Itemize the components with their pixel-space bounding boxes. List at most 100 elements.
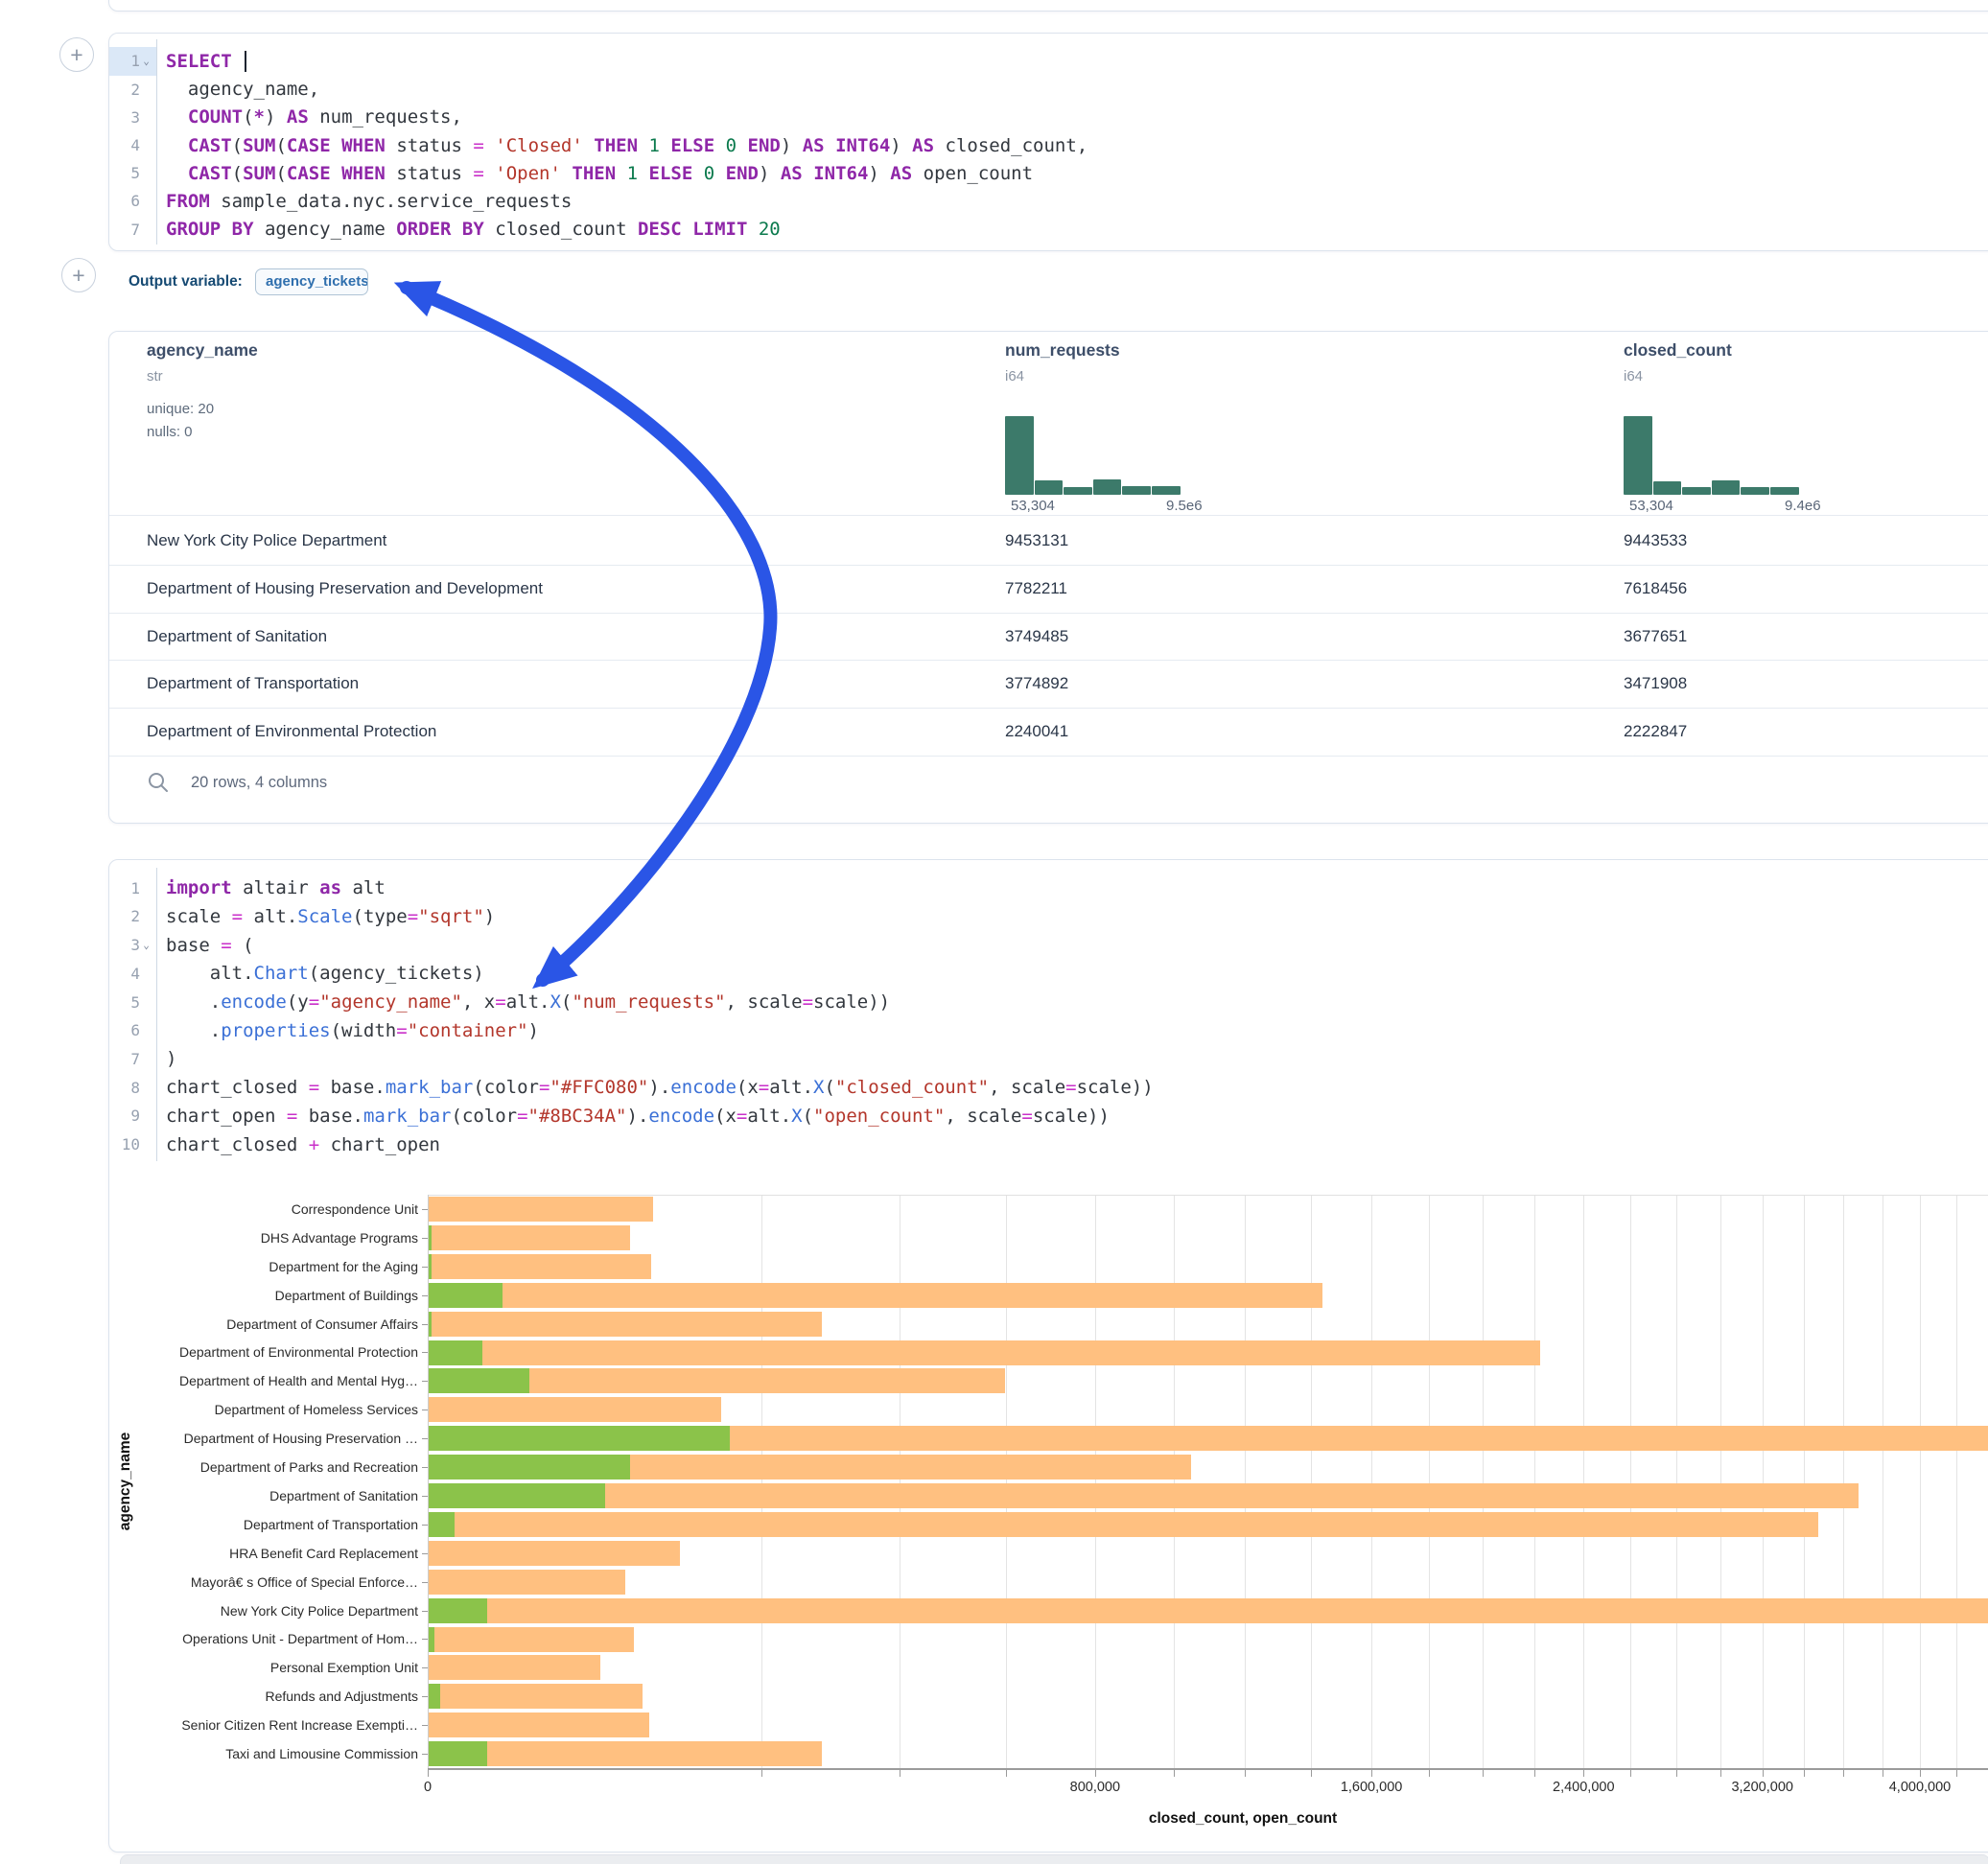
output-variable-pill[interactable]: agency_tickets xyxy=(255,268,368,295)
code-token: agency_name xyxy=(254,219,397,240)
code-text: SELECT xyxy=(156,51,246,73)
code-line[interactable]: 2⌄ agency_name, xyxy=(109,76,1988,104)
code-token xyxy=(451,219,461,240)
code-line[interactable]: 5⌄ CAST(SUM(CASE WHEN status = 'Open' TH… xyxy=(109,159,1988,187)
bar-closed[interactable] xyxy=(428,1397,721,1422)
x-axis-tick xyxy=(1720,1770,1721,1777)
histogram-bar xyxy=(1064,487,1092,495)
y-axis-tick xyxy=(422,1324,428,1325)
cell-value[interactable]: 2240041 xyxy=(1005,722,1068,741)
y-axis-label: Department of Health and Mental Hyg… xyxy=(109,1372,418,1389)
code-token: status xyxy=(386,163,474,184)
bar-open[interactable] xyxy=(428,1340,482,1365)
y-axis-tick xyxy=(422,1754,428,1755)
cell-value[interactable]: 3774892 xyxy=(1005,674,1068,693)
bar-closed[interactable] xyxy=(428,1225,630,1250)
bar-open[interactable] xyxy=(428,1368,529,1393)
cell-value[interactable]: 3677651 xyxy=(1624,627,1687,646)
column-stat: unique: 20 xyxy=(147,401,214,417)
next-cell-edge xyxy=(120,1854,1988,1864)
column-header[interactable]: num_requests xyxy=(1005,340,1120,361)
y-axis-tick xyxy=(422,1295,428,1296)
bar-open[interactable] xyxy=(428,1283,503,1308)
y-axis-tick xyxy=(422,1525,428,1526)
code-line[interactable]: 3⌄ COUNT(*) AS num_requests, xyxy=(109,104,1988,131)
sql-code-editor[interactable]: 1⌄ SELECT 2⌄ agency_name,3⌄ COUNT(*) AS n… xyxy=(109,34,1988,250)
cell-value[interactable]: 3749485 xyxy=(1005,627,1068,646)
cell-agency-name[interactable]: Department of Environmental Protection xyxy=(147,722,436,741)
bar-closed[interactable] xyxy=(428,1541,680,1566)
bar-closed[interactable] xyxy=(428,1254,651,1279)
x-axis-tick xyxy=(761,1770,762,1777)
code-token: INT64 xyxy=(835,135,890,156)
code-token xyxy=(583,135,594,156)
code-token: 0 xyxy=(704,163,714,184)
code-token: COUNT xyxy=(188,106,243,128)
gridline xyxy=(1583,1195,1584,1768)
bar-open[interactable] xyxy=(428,1512,455,1537)
code-token xyxy=(221,219,231,240)
bar-closed[interactable] xyxy=(428,1312,822,1337)
code-token: THEN xyxy=(594,135,638,156)
cell-value[interactable]: 7618456 xyxy=(1624,579,1687,598)
bar-closed[interactable] xyxy=(428,1627,634,1652)
bar-open[interactable] xyxy=(428,1426,730,1451)
code-token: INT64 xyxy=(813,163,868,184)
cell-agency-name[interactable]: New York City Police Department xyxy=(147,531,386,550)
bar-closed[interactable] xyxy=(428,1598,1988,1623)
cell-agency-name[interactable]: Department of Transportation xyxy=(147,674,359,693)
bar-closed[interactable] xyxy=(428,1655,600,1680)
gridline xyxy=(1763,1195,1764,1768)
line-number-gutter: 2⌄ xyxy=(109,76,156,104)
python-cell-card: 1⌄import altair as alt2⌄scale = alt.Scal… xyxy=(108,859,1988,1852)
add-cell-button-top[interactable]: + xyxy=(59,37,94,72)
bar-closed[interactable] xyxy=(428,1713,649,1737)
bar-open[interactable] xyxy=(428,1598,487,1623)
y-axis-label: Department of Transportation xyxy=(109,1516,418,1533)
column-header[interactable]: agency_name xyxy=(147,340,258,361)
bar-open[interactable] xyxy=(428,1684,440,1709)
gridline xyxy=(1843,1195,1844,1768)
cell-agency-name[interactable]: Department of Sanitation xyxy=(147,627,327,646)
bar-closed[interactable] xyxy=(428,1570,625,1595)
y-axis-label: HRA Benefit Card Replacement xyxy=(109,1545,418,1562)
add-cell-button-middle[interactable]: + xyxy=(61,258,96,292)
y-axis-tick xyxy=(422,1696,428,1697)
x-axis-tick xyxy=(1429,1770,1430,1777)
cell-value[interactable]: 9453131 xyxy=(1005,531,1068,550)
bar-closed[interactable] xyxy=(428,1512,1818,1537)
cell-value[interactable]: 3471908 xyxy=(1624,674,1687,693)
x-axis-tick xyxy=(1583,1770,1584,1777)
bar-closed[interactable] xyxy=(428,1684,643,1709)
search-icon[interactable] xyxy=(148,772,169,793)
x-axis-tick xyxy=(1371,1770,1372,1777)
column-header[interactable]: closed_count xyxy=(1624,340,1732,361)
bar-closed[interactable] xyxy=(428,1483,1859,1508)
gridline xyxy=(1534,1195,1535,1768)
code-text: CAST(SUM(CASE WHEN status = 'Closed' THE… xyxy=(156,135,1088,156)
bar-closed[interactable] xyxy=(428,1340,1540,1365)
bar-closed[interactable] xyxy=(428,1283,1322,1308)
cell-agency-name[interactable]: Department of Housing Preservation and D… xyxy=(147,579,543,598)
cell-value[interactable]: 9443533 xyxy=(1624,531,1687,550)
cell-value[interactable]: 2222847 xyxy=(1624,722,1687,741)
bar-open[interactable] xyxy=(428,1483,605,1508)
bar-open[interactable] xyxy=(428,1741,487,1766)
histogram-bar xyxy=(1093,479,1122,495)
code-token xyxy=(692,163,703,184)
code-line[interactable]: 6⌄FROM sample_data.nyc.service_requests xyxy=(109,187,1988,215)
cell-value[interactable]: 7782211 xyxy=(1005,579,1067,598)
bar-open[interactable] xyxy=(428,1455,630,1480)
code-line[interactable]: 7⌄GROUP BY agency_name ORDER BY closed_c… xyxy=(109,216,1988,244)
line-number-gutter: 5⌄ xyxy=(109,159,156,187)
code-token: ) xyxy=(890,135,912,156)
plus-icon: + xyxy=(70,42,82,67)
column-type: i64 xyxy=(1624,368,1643,384)
code-line[interactable]: 4⌄ CAST(SUM(CASE WHEN status = 'Closed' … xyxy=(109,131,1988,159)
bar-closed[interactable] xyxy=(428,1197,653,1222)
fold-chevron-icon[interactable]: ⌄ xyxy=(140,55,152,67)
code-token: SUM xyxy=(243,135,275,156)
code-line[interactable]: 1⌄ SELECT xyxy=(109,47,1988,75)
bar-open[interactable] xyxy=(428,1627,434,1652)
line-number: 1 xyxy=(130,52,140,70)
